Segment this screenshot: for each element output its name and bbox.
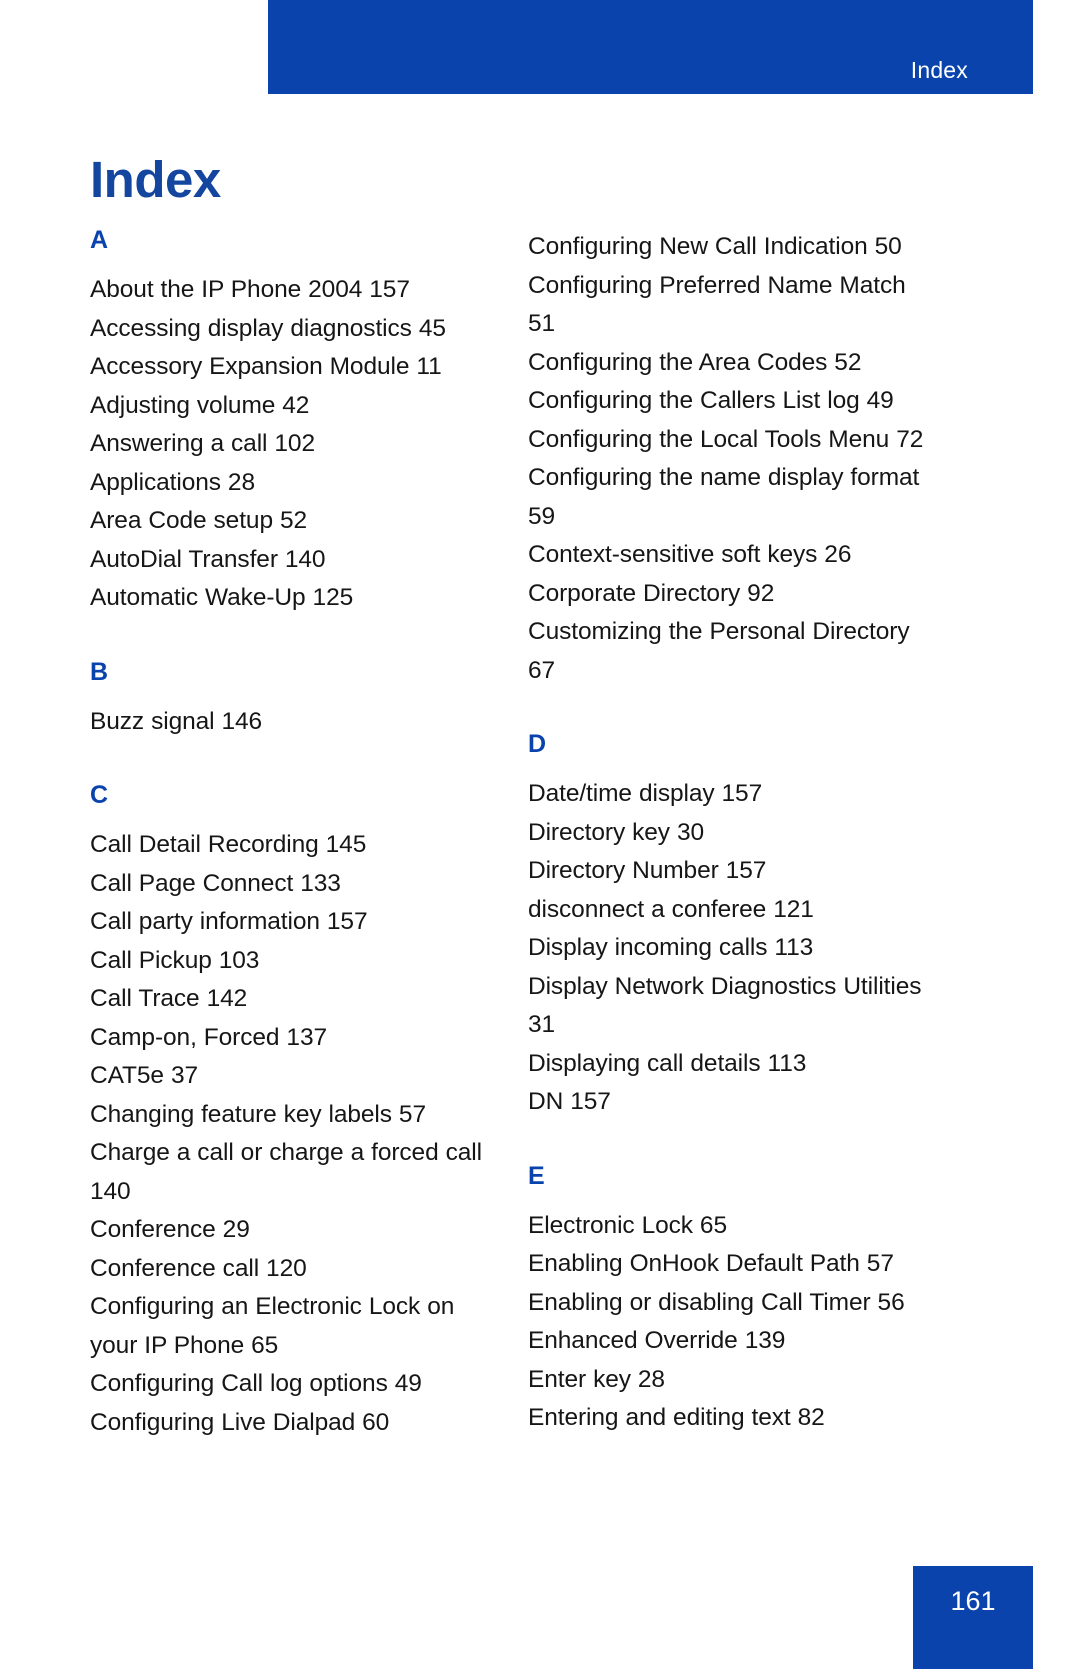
- section-letter-a: A: [90, 226, 109, 254]
- index-entry: Configuring the name display format 59: [528, 464, 920, 530]
- index-entry: Area Code setup 52: [90, 507, 308, 534]
- index-entry: Enhanced Override 139: [528, 1327, 786, 1354]
- index-section: E Electronic Lock 65 Enabling OnHook Defau…: [528, 1161, 933, 1438]
- index-entry: Buzz signal 146: [90, 707, 263, 735]
- index-entry: Configuring Preferred Name Match 51: [528, 271, 906, 338]
- index-entry: Enter key 28: [528, 1365, 665, 1393]
- index-entry: Automatic Wake-Up 125: [90, 584, 354, 611]
- index-entry: CAT5e 37: [90, 1062, 198, 1089]
- index-entry: Enabling OnHook Default Path 57: [528, 1250, 894, 1277]
- index-entry: disconnect a conferee 121: [528, 895, 814, 923]
- index-entry: Directory Number 157: [528, 857, 767, 884]
- index-entry: Camp-on, Forced 137: [90, 1023, 328, 1051]
- index-entry: Configuring the Callers List log 49: [528, 387, 894, 414]
- index-entry: Corporate Directory 92: [528, 579, 775, 607]
- index-entry: Accessory Expansion Module 11: [90, 353, 442, 380]
- index-entry: Configuring New Call Indication 50: [528, 233, 902, 260]
- index-entry: About the IP Phone 2004 157: [90, 276, 410, 303]
- index-entry: Configuring an Electronic Lock on your I…: [90, 1293, 455, 1359]
- index-section: C Call Detail Recording 145 Call Page Conn…: [90, 783, 490, 1442]
- index-entry: Configuring Call log options 49: [90, 1370, 422, 1397]
- index-column-right: Configuring New Call Indication 50 Config…: [528, 228, 933, 1438]
- index-entry: Context-sensitive soft keys 26: [528, 541, 852, 568]
- index-entry: Call Page Connect 133: [90, 869, 341, 897]
- index-entry: Display incoming calls 113: [528, 934, 814, 961]
- index-entry: Configuring the Area Codes 52: [528, 348, 862, 376]
- section-letter-b: B: [90, 657, 109, 686]
- index-section: D Date/time display 157 Directory key 30 Di…: [528, 732, 933, 1122]
- index-entry: Enabling or disabling Call Timer 56: [528, 1288, 905, 1316]
- index-entry: Date/time display 157: [528, 780, 763, 807]
- index-entry: Entering and editing text 82: [528, 1404, 825, 1431]
- index-entry: Answering a call 102: [90, 430, 315, 457]
- index-entry: Changing feature key labels 57: [90, 1100, 426, 1128]
- footer-page-number-block: 161: [913, 1566, 1033, 1669]
- index-entry: Call party information 157: [90, 908, 368, 935]
- index-entry: Charge a call or charge a forced call 14…: [90, 1139, 482, 1205]
- page-number: 161: [950, 1586, 996, 1616]
- index-entry: Accessing display diagnostics 45: [90, 314, 446, 342]
- index-entry: Adjusting volume 42: [90, 391, 310, 419]
- index-entry: DN 157: [528, 1088, 611, 1115]
- index-entry: Display Network Diagnostics Utilities 31: [528, 972, 922, 1039]
- section-letter-c: C: [90, 781, 109, 809]
- index-section: Configuring New Call Indication 50 Config…: [528, 228, 933, 690]
- index-entry: Call Trace 142: [90, 985, 248, 1012]
- section-letter-d: D: [528, 730, 547, 758]
- section-letter-e: E: [528, 1161, 545, 1190]
- index-entry: Customizing the Personal Directory 67: [528, 618, 910, 684]
- index-entry: Electronic Lock 65: [528, 1211, 727, 1239]
- running-head-label: Index: [910, 57, 968, 83]
- index-entry: Call Detail Recording 145: [90, 831, 367, 858]
- index-entry: Displaying call details 113: [528, 1049, 807, 1077]
- page-title: Index: [90, 151, 221, 209]
- index-section: B Buzz signal 146: [90, 657, 490, 742]
- index-entry: Conference call 120: [90, 1254, 307, 1282]
- index-column-left: A About the IP Phone 2004 157 Accessing di…: [90, 228, 490, 1442]
- index-entry: AutoDial Transfer 140: [90, 545, 326, 573]
- index-entry: Conference 29: [90, 1216, 250, 1243]
- page-header-bar: Index: [268, 0, 1033, 94]
- index-section: A About the IP Phone 2004 157 Accessing di…: [90, 228, 490, 618]
- index-entry: Configuring Live Dialpad 60: [90, 1408, 390, 1436]
- index-entry: Call Pickup 103: [90, 946, 260, 974]
- index-entry: Applications 28: [90, 468, 255, 496]
- index-entry: Configuring the Local Tools Menu 72: [528, 425, 924, 453]
- index-entry: Directory key 30: [528, 818, 705, 846]
